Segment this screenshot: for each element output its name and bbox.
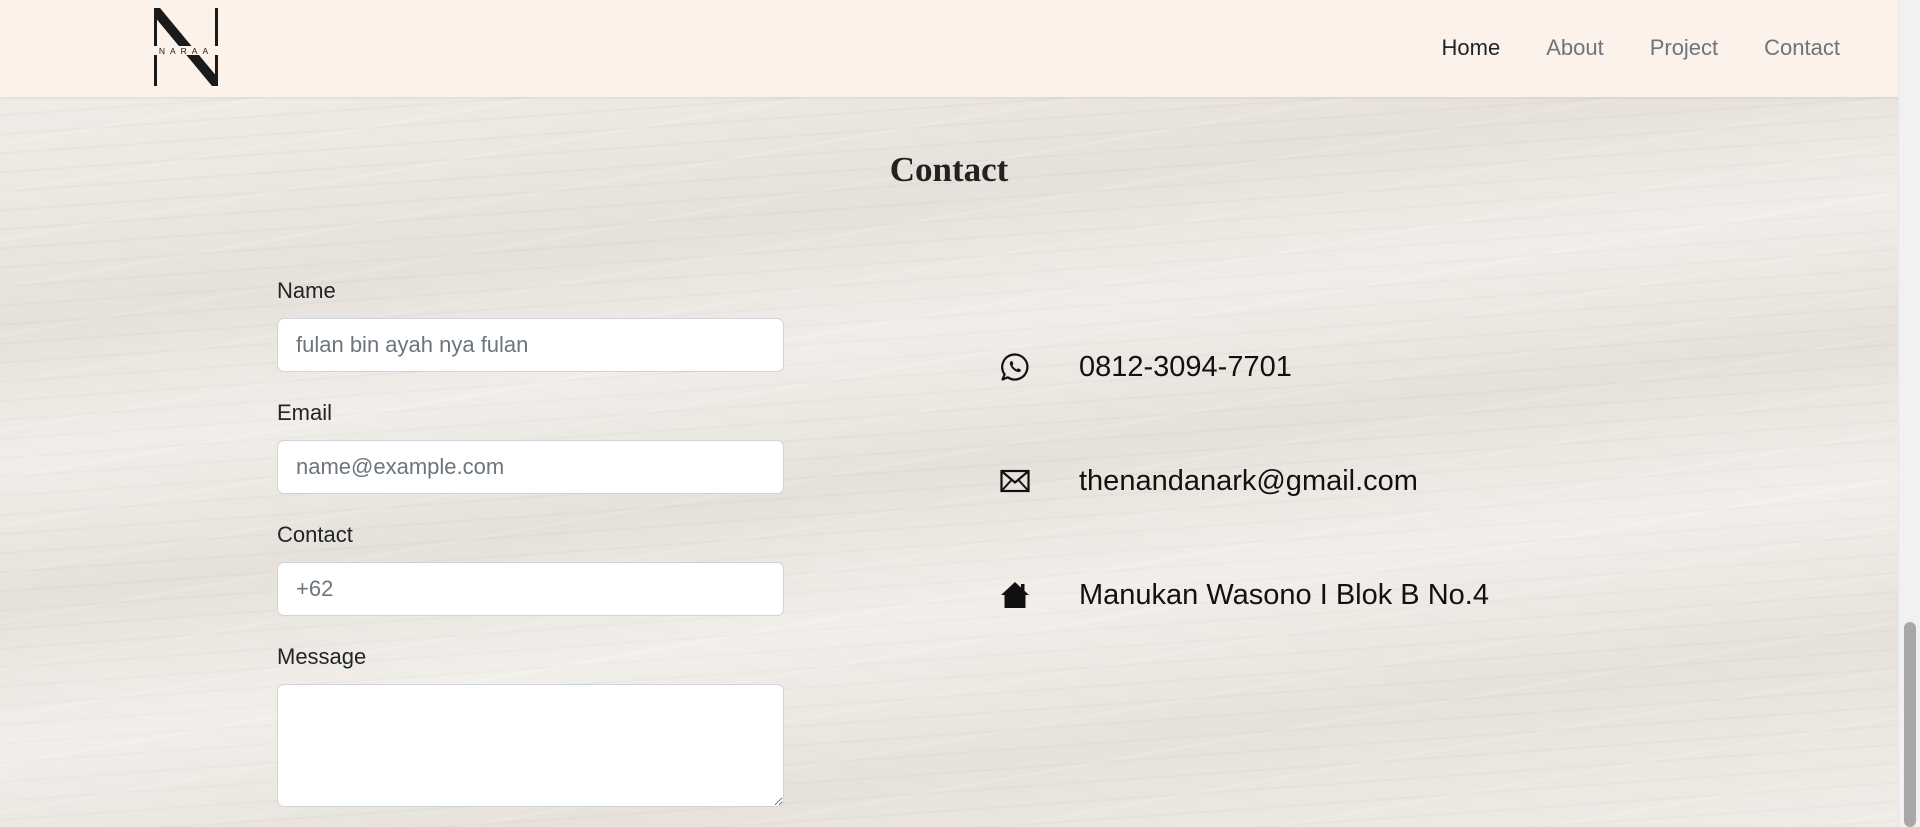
email-info: thenandanark@gmail.com (998, 454, 1698, 508)
section-title: Contact (889, 150, 1009, 189)
nav-home-link[interactable]: Home (1442, 34, 1501, 62)
naraa-logo-mark: NARAA (152, 8, 220, 86)
contact-label: Contact (277, 522, 353, 547)
phone-text[interactable]: 0812-3094-7701 (1079, 351, 1292, 384)
contact-input[interactable] (277, 562, 784, 616)
address-text: Manukan Wasono I Blok B No.4 (1079, 578, 1489, 611)
page-scrollbar[interactable] (1898, 0, 1920, 827)
contact-info-list: 0812-3094-7701 thenandanark@gmail.com Ma… (998, 340, 1698, 682)
house-icon (998, 578, 1032, 612)
nav-contact-link[interactable]: Contact (1764, 34, 1840, 62)
name-label: Name (277, 278, 336, 303)
navbar: NARAA Home About Project Contact (0, 0, 1898, 97)
phone-info: 0812-3094-7701 (998, 340, 1698, 394)
whatsapp-icon (998, 350, 1032, 384)
message-label: Message (277, 644, 367, 669)
envelope-icon (998, 464, 1032, 498)
message-textarea[interactable] (277, 684, 784, 807)
naraa-logo[interactable]: NARAA (152, 8, 220, 86)
nav-links: Home About Project Contact (1442, 34, 1841, 62)
nav-about-link[interactable]: About (1546, 34, 1604, 62)
nav-project-link[interactable]: Project (1650, 34, 1718, 62)
scrollbar-thumb[interactable] (1904, 622, 1916, 827)
email-text[interactable]: thenandanark@gmail.com (1079, 465, 1418, 498)
email-input[interactable] (277, 440, 784, 494)
name-input[interactable] (277, 318, 784, 372)
svg-text:NARAA: NARAA (159, 46, 213, 56)
address-info: Manukan Wasono I Blok B No.4 (998, 568, 1698, 622)
contact-form: Name Email Contact Message (277, 278, 784, 807)
email-label: Email (277, 400, 333, 425)
